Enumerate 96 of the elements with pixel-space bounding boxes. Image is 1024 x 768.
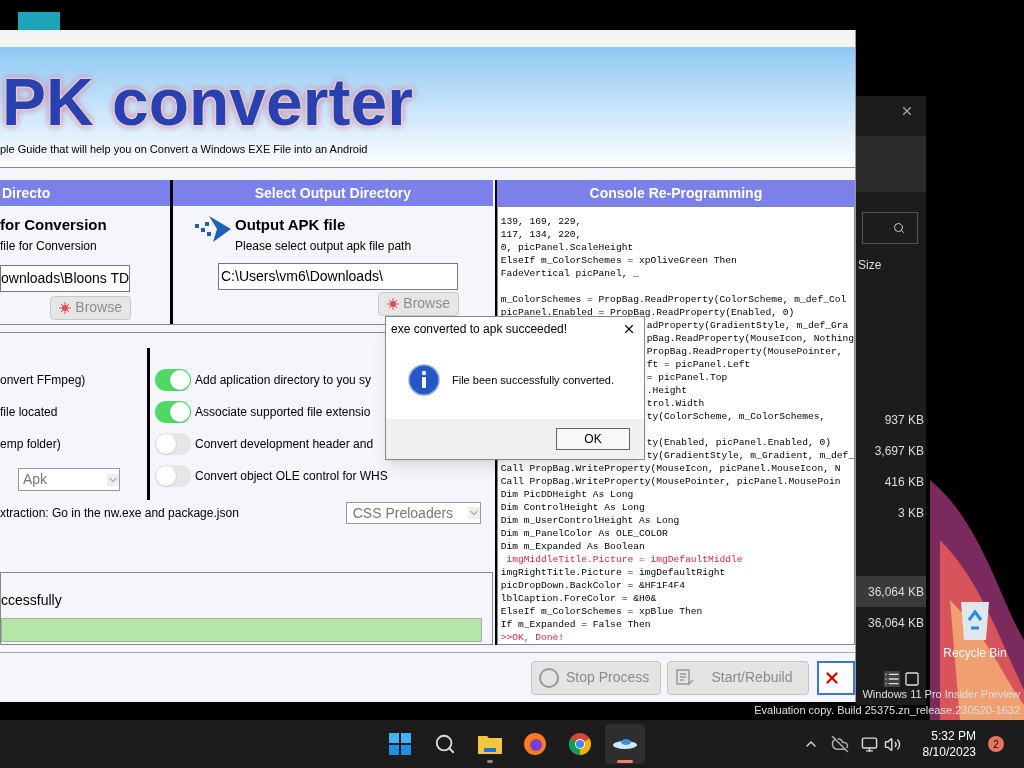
file-row[interactable]: 36,064 KB	[856, 576, 926, 607]
toggle-switch[interactable]	[155, 369, 191, 391]
file-row[interactable]: 416 KB	[856, 466, 926, 497]
code-line: = picPanel.Top	[646, 372, 728, 383]
search-icon	[893, 222, 905, 234]
code-line: ElseIf m_ColorSchemes = xpOliveGreen Then	[500, 255, 737, 266]
code-line: Dim m_Expanded As Boolean	[500, 541, 645, 552]
caret-icon	[467, 507, 480, 519]
option-label: emp folder)	[0, 436, 62, 453]
code-line: imgRightTitle.Picture = imgDefaultRight	[500, 567, 726, 578]
code-line: ty(ColorScheme, m_ColorSchemes,	[646, 411, 826, 422]
code-line: imgMiddleTitle.Picture = imgDefaultMiddle	[505, 554, 743, 565]
chrome-icon	[568, 732, 592, 756]
option-label: Convert object OLE control for WHS	[195, 468, 388, 485]
section-header: Directo	[0, 180, 170, 206]
section-title: Output APK file	[235, 215, 347, 235]
note-text: xtraction: Go in the nw.exe and package.json	[0, 505, 239, 522]
option-label: Add aplication directory to you sy	[195, 372, 372, 389]
code-line: Dim PicDDHeight As Long	[500, 489, 634, 500]
folder-icon	[478, 734, 502, 754]
taskbar-button[interactable]	[605, 724, 645, 764]
ok-button[interactable]: OK	[556, 428, 630, 450]
code-line: picDropDown.BackColor = &HF1F4F4	[500, 580, 685, 591]
desktop-icon	[18, 12, 60, 30]
close-button[interactable]	[817, 660, 855, 695]
code-line: If m_Expanded = False Then	[500, 619, 651, 630]
code-line: Dim m_PanelColor As OLE_COLOR	[500, 528, 668, 539]
toggle-switch[interactable]	[155, 433, 191, 455]
details-view-icon[interactable]	[884, 671, 900, 687]
status-text: ccessfully	[1, 591, 63, 610]
code-line: ty(GradientStyle, m_Gradient, m_def_	[646, 450, 854, 461]
starburst-icon	[387, 297, 400, 310]
search-field[interactable]	[862, 212, 918, 244]
search-icon	[434, 733, 456, 755]
option-label: Convert development header and	[195, 436, 374, 453]
toolbar-band	[856, 136, 926, 192]
code-line: FadeVertical picPanel, _	[500, 268, 639, 279]
saucer-icon	[612, 737, 638, 751]
cloud-icon[interactable]	[830, 735, 849, 753]
icon-label: Recycle Bin	[943, 645, 1007, 662]
code-line: ElseIf m_ColorSchemes = xpBlue Then	[500, 606, 703, 617]
code-line: trol.Width	[646, 398, 705, 409]
option-label: onvert FFmpeg)	[0, 372, 87, 389]
code-line: ft = picPanel.Left	[646, 359, 751, 370]
caret-icon	[107, 473, 119, 486]
code-line: PropBag.ReadProperty(MousePointer,	[646, 346, 843, 357]
arrow-icon	[193, 214, 233, 244]
code-line: Dim m_UserControlHeight As Long	[500, 515, 680, 526]
section-header: Select Output Directory	[173, 180, 493, 206]
path-field[interactable]: C:\Users\vm6\Downloads\	[218, 262, 458, 290]
info-icon	[408, 364, 440, 396]
firefox-icon	[523, 732, 547, 756]
code-line: lblCaption.ForeColor = &H0&	[500, 593, 657, 604]
code-line: picPanel.Enabled = PropBag.ReadProperty(Enabled, 0)	[500, 307, 795, 318]
file-row[interactable]: 937 KB	[856, 404, 926, 435]
code-line: 139, 169, 229,	[500, 216, 582, 227]
path-field[interactable]: ownloads\Bloons TD	[0, 264, 130, 292]
code-line: Dim ControlHeight As Long	[500, 502, 645, 513]
code-line: 0, picPanel.ScaleHeight	[500, 242, 634, 253]
toggle-switch[interactable]	[155, 465, 191, 487]
dialog-message: File been successfully converted.	[452, 372, 615, 388]
code-line: ty(Enabled, picPanel.Enabled, 0)	[646, 437, 831, 448]
column-header[interactable]: Size	[858, 256, 926, 274]
toggle-switch[interactable]	[155, 401, 191, 423]
windows-icon	[389, 733, 411, 755]
network-icon[interactable]	[860, 735, 878, 753]
file-row[interactable]: 3,697 KB	[856, 435, 926, 466]
section-hint: Please select output apk file path	[235, 237, 412, 255]
section-header: Console Re-Programming	[496, 180, 855, 206]
preloader-select[interactable]: CSS Preloaders	[345, 502, 481, 524]
subtitle: ple Guide that will help you on Convert a Windows EXE File into an Android	[0, 141, 369, 157]
format-select[interactable]: Apk	[18, 468, 120, 491]
file-row[interactable]: 3 KB	[856, 497, 926, 528]
file-row[interactable]: 36,064 KB	[856, 607, 926, 638]
code-line: pBag.ReadProperty(MouseIcon, Nothing	[646, 333, 854, 344]
logo-text: PK converter	[2, 66, 414, 137]
code-line: >>OK, Done!	[500, 632, 565, 643]
dialog-title: exe converted to apk succeeded!	[391, 321, 568, 338]
section-hint: file for Conversion	[0, 237, 98, 255]
code-line: adProperty(GradientStyle, m_def_Gra	[646, 320, 849, 331]
section-title: for Conversion	[0, 215, 108, 235]
code-line: Call PropBag.WriteProperty(MousePointer, picPanel.MousePoin	[500, 476, 841, 487]
code-line: .Height	[646, 385, 688, 396]
option-label: file located	[0, 404, 59, 421]
starburst-icon	[59, 301, 72, 314]
tiles-view-icon[interactable]	[904, 671, 920, 687]
volume-icon[interactable]	[883, 735, 901, 753]
clock-time[interactable]: 5:32 PM	[931, 728, 976, 744]
option-label: Associate supported file extensio	[195, 404, 371, 421]
code-line: m_ColorSchemes = PropBag.ReadProperty(ColorScheme, m_def_Col	[500, 294, 847, 305]
clock-date[interactable]: 8/10/2023	[922, 744, 976, 760]
notification-count[interactable]: 2	[988, 736, 1004, 752]
close-icon[interactable]	[900, 104, 914, 118]
code-line: 117, 134, 220,	[500, 229, 582, 240]
code-line: Call PropBag.WriteProperty(MouseIcon, picPanel.MouseIcon, N	[500, 463, 841, 474]
close-icon[interactable]	[622, 322, 636, 336]
